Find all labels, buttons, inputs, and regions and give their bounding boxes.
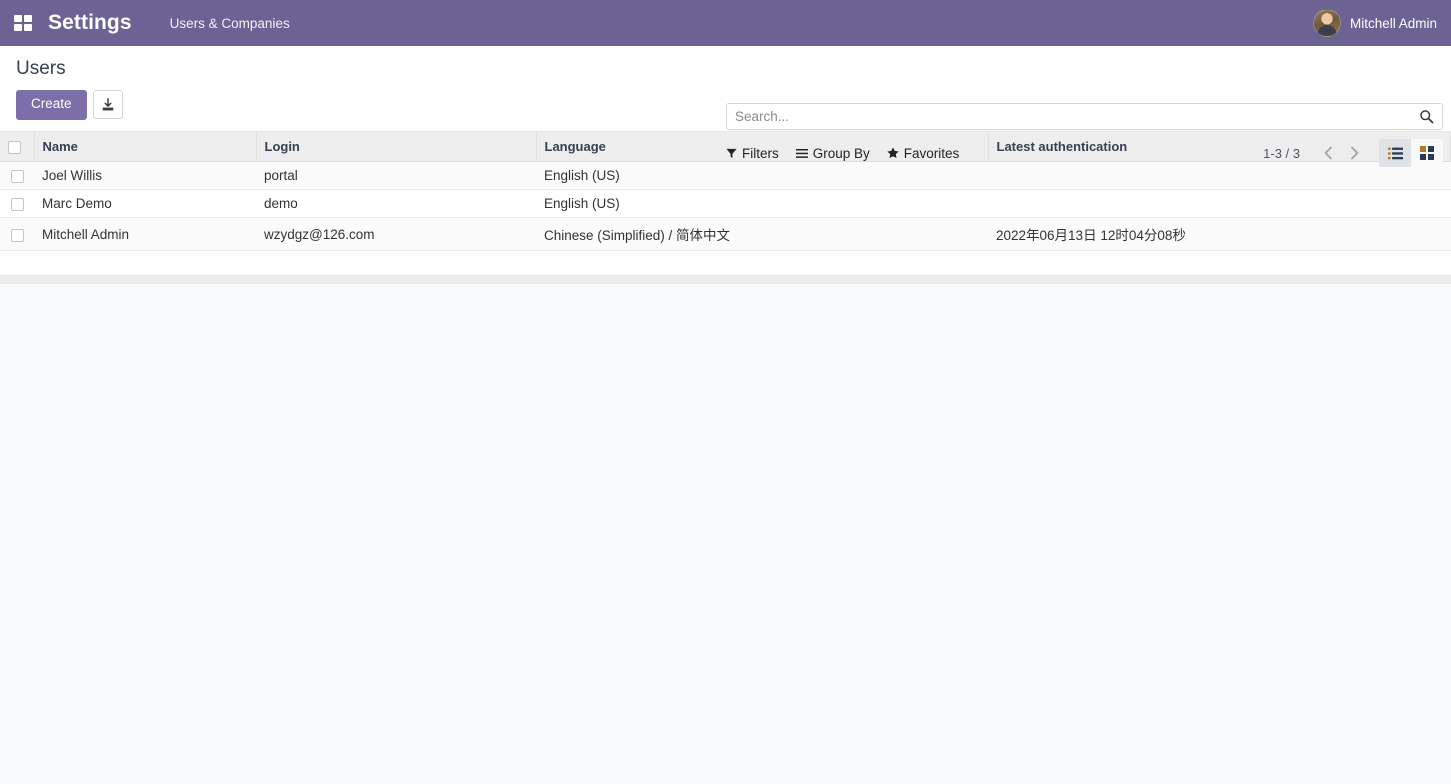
user-menu-label: Mitchell Admin xyxy=(1349,15,1437,31)
search-icon[interactable] xyxy=(1419,109,1434,124)
row-checkbox[interactable] xyxy=(10,198,24,211)
user-menu[interactable]: Mitchell Admin xyxy=(1312,0,1437,46)
cell-latest-authentication: 2022年06月13日 12时04分08秒 xyxy=(988,217,1451,252)
row-checkbox[interactable] xyxy=(10,228,24,242)
chevron-right-icon xyxy=(1350,146,1358,160)
kanban-view-button[interactable] xyxy=(1411,139,1443,167)
list-view-button[interactable] xyxy=(1379,139,1411,167)
row-select-cell xyxy=(0,217,34,252)
funnel-icon xyxy=(726,148,737,159)
search-box[interactable] xyxy=(726,103,1443,130)
cell-language: English (US) xyxy=(536,189,988,219)
favorites-dropdown[interactable]: Favorites xyxy=(887,145,960,161)
list-empty-filler xyxy=(0,251,1451,276)
filter-bar: Filters Group By Favorites 1-3 / 3 xyxy=(726,139,1443,167)
import-button[interactable] xyxy=(92,90,123,120)
apps-grid-icon xyxy=(14,15,32,31)
view-switcher xyxy=(1379,139,1443,167)
page-title: Users xyxy=(16,58,66,79)
cell-name: Mitchell Admin xyxy=(34,217,256,252)
pager-next-button[interactable] xyxy=(1341,140,1367,166)
groupby-dropdown[interactable]: Group By xyxy=(795,145,870,161)
download-import-icon xyxy=(102,98,113,111)
control-panel: Users Create Filters xyxy=(0,46,1451,167)
cell-language: Chinese (Simplified) / 简体中文 xyxy=(536,217,988,252)
select-all-header xyxy=(0,132,35,163)
groupby-label: Group By xyxy=(812,145,870,161)
list-view-icon xyxy=(1387,147,1403,159)
avatar xyxy=(1312,9,1341,37)
column-header-login[interactable]: Login xyxy=(256,132,537,163)
filters-dropdown[interactable]: Filters xyxy=(726,146,779,161)
favorites-label: Favorites xyxy=(903,145,960,161)
apps-menu-button[interactable] xyxy=(0,0,46,46)
row-select-cell xyxy=(0,189,34,219)
cell-login: wzydgz@126.com xyxy=(256,217,536,252)
table-body: Joel Willis portal English (US) Marc Dem… xyxy=(0,161,1451,252)
menu-item-users-and-companies[interactable]: Users & Companies xyxy=(166,10,294,37)
table-row[interactable]: Mitchell Admin wzydgz@126.com Chinese (S… xyxy=(0,217,1451,252)
kanban-view-icon xyxy=(1420,146,1434,160)
table-row[interactable]: Marc Demo demo English (US) xyxy=(0,189,1451,219)
pager-range: 1-3 / 3 xyxy=(1263,145,1300,161)
brand-title[interactable]: Settings xyxy=(48,11,132,35)
list-footer-bar xyxy=(0,275,1451,285)
row-checkbox[interactable] xyxy=(10,170,24,183)
chevron-left-icon xyxy=(1324,146,1332,160)
top-navbar: Settings Users & Companies Mitchell Admi… xyxy=(0,0,1451,46)
hamburger-icon xyxy=(795,148,808,159)
filters-label: Filters xyxy=(742,145,779,161)
create-button[interactable]: Create xyxy=(16,90,87,120)
page-background xyxy=(0,284,1451,784)
cell-latest-authentication xyxy=(988,189,1451,219)
cell-name: Marc Demo xyxy=(34,189,256,219)
row-select-cell xyxy=(0,161,34,191)
cell-name: Joel Willis xyxy=(34,161,256,191)
pager-and-views: 1-3 / 3 xyxy=(1263,139,1443,167)
star-icon xyxy=(887,147,899,159)
search-area xyxy=(726,103,1443,130)
search-input[interactable] xyxy=(733,108,1419,125)
column-header-name[interactable]: Name xyxy=(34,132,257,163)
cell-login: demo xyxy=(256,189,536,219)
cell-login: portal xyxy=(256,161,536,191)
select-all-checkbox[interactable] xyxy=(8,141,21,155)
pager-previous-button[interactable] xyxy=(1315,140,1341,166)
